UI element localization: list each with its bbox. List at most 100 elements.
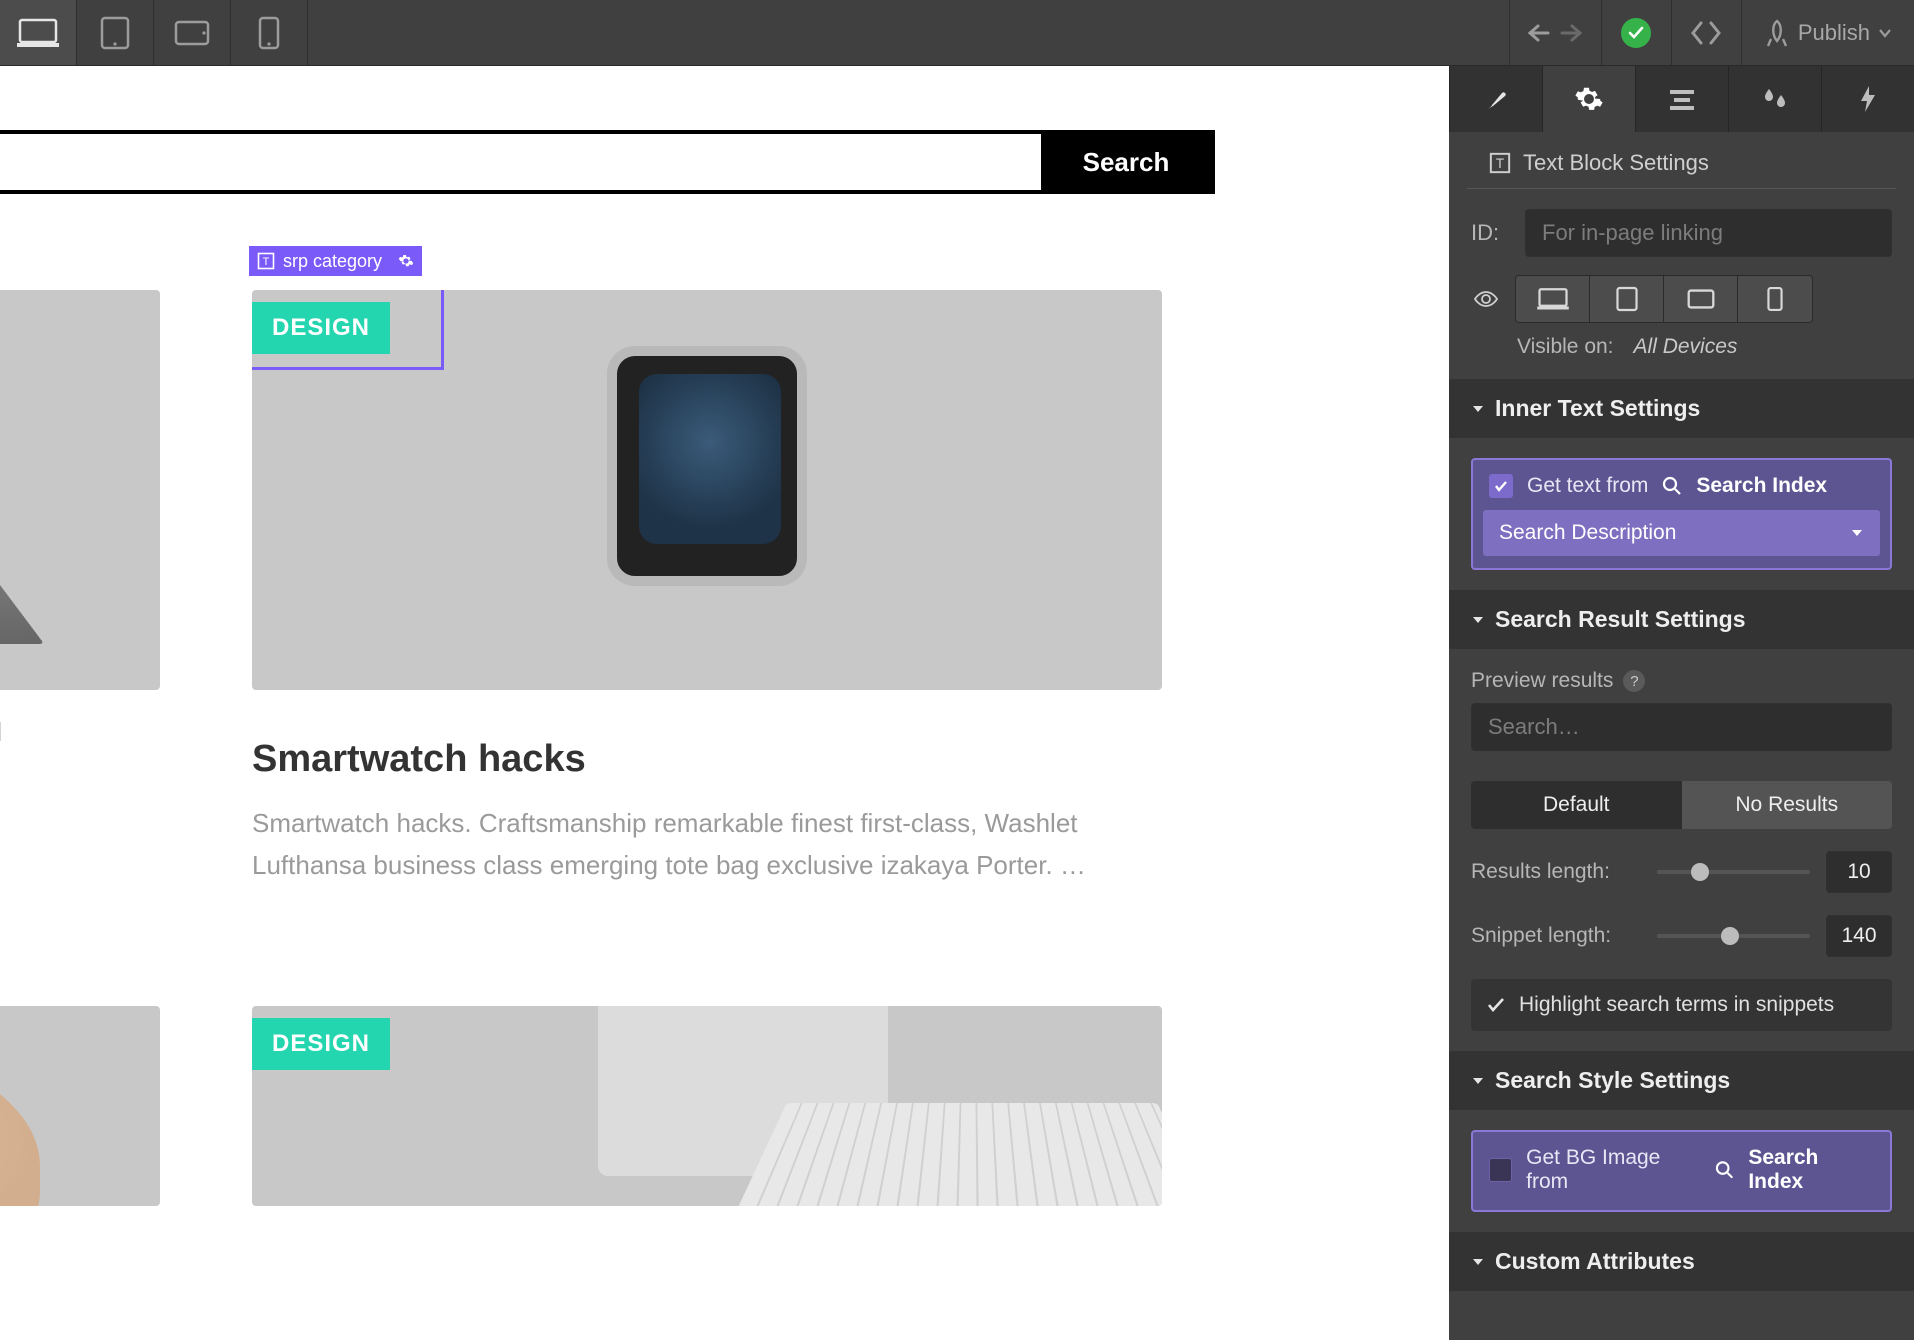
visibility-icon (1471, 290, 1501, 308)
tab-layout[interactable] (1635, 66, 1728, 132)
tab-interactions[interactable] (1728, 66, 1821, 132)
code-export-button[interactable] (1671, 0, 1741, 65)
id-label: ID: (1471, 220, 1511, 246)
visibility-tablet-landscape[interactable] (1664, 276, 1738, 322)
tab-style[interactable] (1449, 66, 1542, 132)
redo-icon[interactable] (1558, 22, 1582, 44)
snippet-length-label: Snippet length: (1471, 924, 1641, 948)
bg-image-binding-box: Get BG Image from Search Index (1471, 1130, 1892, 1212)
brush-icon (1482, 85, 1510, 113)
text-block-icon: T (257, 252, 275, 270)
toggle-no-results[interactable]: No Results (1682, 781, 1893, 829)
visibility-tablet[interactable] (1590, 276, 1664, 322)
result-excerpt: Smartwatch hacks. Craftsmanship remarkab… (252, 803, 1162, 886)
result-excerpt: or sit amet ghtful (0, 712, 160, 754)
panel-title-text: Text Block Settings (1523, 150, 1709, 176)
chevron-down-icon (1471, 614, 1485, 626)
tab-settings[interactable] (1542, 66, 1635, 132)
section-search-result-header[interactable]: Search Result Settings (1449, 590, 1914, 649)
get-bg-source: Search Index (1748, 1146, 1874, 1194)
sidebar-tab-strip (1449, 66, 1914, 132)
visible-on-value: All Devices (1634, 335, 1738, 359)
tablet-landscape-icon (174, 20, 210, 46)
search-icon (1715, 1160, 1734, 1180)
section-title: Inner Text Settings (1495, 395, 1700, 422)
result-image: DESIGN (252, 290, 1162, 690)
section-inner-text-header[interactable]: Inner Text Settings (1449, 379, 1914, 438)
text-block-icon: T (1489, 152, 1511, 174)
svg-text:T: T (1496, 156, 1504, 171)
preview-results-label: Preview results ? (1471, 669, 1892, 703)
results-length-slider[interactable] (1657, 870, 1810, 874)
category-badge: DESIGN (252, 302, 390, 354)
publish-label: Publish (1798, 20, 1870, 46)
rocket-icon (1764, 19, 1790, 47)
top-toolbar: Publish (0, 0, 1914, 66)
search-icon (1662, 476, 1682, 496)
visibility-desktop[interactable] (1516, 276, 1590, 322)
device-breakpoint-group (0, 0, 308, 65)
get-bg-checkbox[interactable] (1489, 1158, 1512, 1182)
snippet-length-value[interactable]: 140 (1826, 915, 1892, 957)
section-title: Search Result Settings (1495, 606, 1746, 633)
result-card[interactable]: T srp category DESIGN Smartwatch hacks S… (252, 290, 1162, 886)
text-source-value: Search Description (1499, 521, 1676, 545)
visibility-mobile[interactable] (1738, 276, 1812, 322)
device-mobile-button[interactable] (231, 0, 308, 65)
chevron-down-icon (1471, 1256, 1485, 1268)
mobile-icon (258, 16, 280, 50)
selection-settings-icon[interactable] (398, 253, 414, 269)
result-image (0, 290, 160, 690)
publish-button[interactable]: Publish (1741, 0, 1914, 65)
id-input[interactable] (1525, 209, 1892, 257)
section-custom-attributes-header[interactable]: Custom Attributes (1449, 1232, 1914, 1291)
undo-redo-group (1509, 0, 1601, 65)
check-icon (1487, 997, 1505, 1013)
chevron-down-icon (1878, 28, 1892, 38)
text-source-select[interactable]: Search Description (1483, 510, 1880, 556)
highlight-terms-toggle[interactable]: Highlight search terms in snippets (1471, 979, 1892, 1031)
result-title: Smartwatch hacks (252, 738, 1162, 781)
get-text-source: Search Index (1696, 474, 1827, 498)
section-search-style-header[interactable]: Search Style Settings (1449, 1051, 1914, 1110)
tablet-portrait-icon (100, 16, 130, 50)
help-icon[interactable]: ? (1623, 670, 1645, 692)
result-state-toggle: Default No Results (1471, 781, 1892, 829)
check-circle-icon (1621, 18, 1651, 48)
design-canvas[interactable]: Search or sit amet ghtful T srp category (0, 66, 1449, 1340)
device-tablet-button[interactable] (77, 0, 154, 65)
undo-icon[interactable] (1528, 22, 1552, 44)
desktop-icon (17, 17, 59, 49)
result-card[interactable]: or sit amet ghtful (0, 290, 160, 886)
selection-class-name: srp category (283, 251, 382, 272)
layout-icon (1668, 88, 1696, 110)
results-length-value[interactable]: 10 (1826, 851, 1892, 893)
section-title: Custom Attributes (1495, 1248, 1695, 1275)
site-search-button[interactable]: Search (1041, 134, 1211, 190)
get-text-checkbox[interactable] (1489, 474, 1513, 498)
toolbar-actions-group: Publish (1509, 0, 1914, 65)
tab-effects[interactable] (1821, 66, 1914, 132)
status-ok-button[interactable] (1601, 0, 1671, 65)
get-text-prefix: Get text from (1527, 474, 1648, 498)
device-tablet-landscape-button[interactable] (154, 0, 231, 65)
category-badge: DESIGN (252, 1018, 390, 1070)
gear-icon (1574, 84, 1604, 114)
snippet-length-slider[interactable] (1657, 934, 1810, 938)
element-selection-label: T srp category (249, 246, 422, 276)
site-search-input[interactable] (0, 134, 1041, 190)
result-card[interactable]: DESIGN (252, 1006, 1162, 1206)
code-icon (1690, 20, 1722, 46)
droplets-icon (1761, 86, 1789, 112)
toggle-default[interactable]: Default (1471, 781, 1682, 829)
device-desktop-button[interactable] (0, 0, 77, 65)
get-bg-prefix: Get BG Image from (1526, 1146, 1701, 1194)
preview-search-input[interactable] (1471, 703, 1892, 751)
svg-text:T: T (263, 256, 270, 268)
site-search-bar: Search (0, 130, 1215, 194)
chevron-down-icon (1471, 1075, 1485, 1087)
chevron-down-icon (1471, 403, 1485, 415)
result-image (0, 1006, 160, 1206)
result-card[interactable] (0, 1006, 160, 1206)
inner-text-binding-box: Get text from Search Index Search Descri… (1471, 458, 1892, 570)
